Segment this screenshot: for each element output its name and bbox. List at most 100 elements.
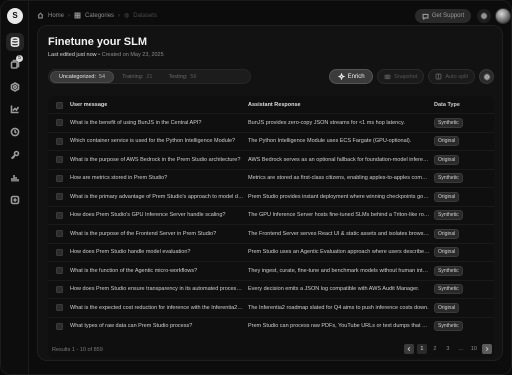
- table-row[interactable]: What types of raw data can Prem Studio p…: [48, 316, 494, 335]
- user-message-cell[interactable]: What types of raw data can Prem Studio p…: [70, 323, 248, 329]
- next-page-button[interactable]: [482, 344, 492, 354]
- table-row[interactable]: How does Prem Studio handle model evalua…: [48, 242, 494, 261]
- user-message-cell[interactable]: How does Prem Studio's GPU Inference Ser…: [70, 212, 248, 218]
- page-button[interactable]: 10: [469, 344, 479, 354]
- assistant-response-cell[interactable]: The GPU Inference Server hosts fine-tune…: [248, 212, 434, 218]
- data-type-badge: Original: [434, 302, 460, 313]
- user-message-cell[interactable]: Which container service is used for the …: [70, 138, 248, 144]
- user-message-cell[interactable]: What is the function of the Agentic micr…: [70, 268, 248, 274]
- home-icon: [37, 12, 44, 19]
- row-checkbox[interactable]: [55, 248, 63, 256]
- select-all-checkbox[interactable]: [55, 101, 63, 109]
- row-checkbox[interactable]: [55, 137, 63, 145]
- sidebar-item-projects[interactable]: 5: [6, 55, 24, 73]
- page-button[interactable]: 2: [430, 344, 440, 354]
- user-message-cell[interactable]: How are metrics stored in Prem Studio?: [70, 175, 248, 181]
- row-checkbox[interactable]: [55, 174, 63, 182]
- user-message-cell[interactable]: What is the purpose of the Frontend Serv…: [70, 231, 248, 237]
- table-row[interactable]: What is the function of the Agentic micr…: [48, 261, 494, 279]
- dataset-settings-button[interactable]: [479, 69, 494, 84]
- dataset-panel: Finetune your SLM Last edited just now •…: [37, 25, 503, 361]
- table-row[interactable]: What is the benefit of using BunJS in th…: [48, 113, 494, 131]
- assistant-response-cell[interactable]: The Frontend Server serves React UI & st…: [248, 231, 434, 237]
- user-message-cell[interactable]: What is the benefit of using BunJS in th…: [70, 120, 248, 126]
- table-row[interactable]: How does Prem Studio's GPU Inference Ser…: [48, 205, 494, 224]
- sidebar-item-datasets[interactable]: [6, 33, 24, 51]
- tab-uncategorized[interactable]: Uncategorized: 54: [50, 70, 115, 83]
- assistant-response-cell[interactable]: Metrics are stored as first-class citize…: [248, 175, 434, 181]
- breadcrumb-categories[interactable]: Categories: [85, 13, 114, 19]
- header-user-message[interactable]: User message: [70, 102, 248, 108]
- table-row[interactable]: How does Prem Studio ensure transparency…: [48, 279, 494, 298]
- sidebar-item-add[interactable]: [6, 191, 24, 209]
- header-assistant-response[interactable]: Assistant Response: [248, 102, 434, 108]
- user-message-cell[interactable]: What is the expected cost reduction for …: [70, 305, 248, 311]
- page-button[interactable]: 3: [443, 344, 453, 354]
- tab-count: 56: [190, 73, 197, 80]
- user-message-cell[interactable]: What is the purpose of AWS Bedrock in th…: [70, 157, 248, 163]
- user-message-cell[interactable]: How does Prem Studio handle model evalua…: [70, 249, 248, 255]
- row-checkbox[interactable]: [55, 211, 63, 219]
- row-checkbox[interactable]: [55, 156, 63, 163]
- sidebar-item-analytics[interactable]: [6, 100, 24, 118]
- header-data-type[interactable]: Data Type: [434, 102, 494, 108]
- assistant-response-cell[interactable]: The Inferentia2 roadmap slated for Q4 ai…: [248, 305, 434, 311]
- row-checkbox[interactable]: [55, 119, 63, 126]
- assistant-response-cell[interactable]: Prem Studio can process raw PDFs, YouTub…: [248, 323, 434, 329]
- chevron-right-icon: [485, 346, 489, 352]
- split-icon: [435, 73, 442, 80]
- sidebar-item-evaluations[interactable]: [6, 123, 24, 141]
- assistant-response-cell[interactable]: AWS Bedrock serves as an optional fallba…: [248, 157, 434, 163]
- row-select-cell: [48, 322, 70, 330]
- gear-icon: [483, 73, 490, 80]
- row-checkbox[interactable]: [55, 304, 63, 311]
- assistant-response-cell[interactable]: Prem Studio provides instant deployment …: [248, 194, 434, 200]
- tab-testing[interactable]: Testing: 56: [160, 71, 204, 83]
- user-message-cell[interactable]: What is the primary advantage of Prem St…: [70, 194, 248, 200]
- assistant-response-cell[interactable]: Every decision emits a JSON log compatib…: [248, 286, 434, 292]
- data-type-badge: Synthetic: [434, 117, 463, 128]
- breadcrumb-separator: ›: [118, 12, 121, 19]
- plus-square-icon: [10, 195, 20, 205]
- snapshot-label: Snapshot: [394, 73, 418, 80]
- user-avatar[interactable]: [495, 8, 511, 24]
- page-button[interactable]: 1: [416, 344, 427, 354]
- user-message-cell[interactable]: How does Prem Studio ensure transparency…: [70, 286, 248, 292]
- snapshot-button[interactable]: Snapshot: [377, 69, 425, 84]
- table-row[interactable]: What is the primary advantage of Prem St…: [48, 187, 494, 205]
- data-type-cell: Original: [434, 247, 494, 257]
- assistant-response-cell[interactable]: The Python Intelligence Module uses ECS …: [248, 138, 434, 144]
- sidebar-item-keys[interactable]: [6, 146, 24, 164]
- breadcrumb-current-icon: ◍: [124, 13, 130, 19]
- hexagon-icon: [10, 82, 20, 92]
- key-icon: [10, 150, 20, 160]
- row-select-cell: [48, 174, 70, 182]
- tab-training[interactable]: Training: 21: [114, 71, 160, 83]
- settings-button[interactable]: [477, 9, 491, 23]
- sidebar-item-models[interactable]: [6, 78, 24, 96]
- row-checkbox[interactable]: [55, 230, 63, 237]
- assistant-response-cell[interactable]: BunJS provides zero-copy JSON streams fo…: [248, 120, 434, 126]
- enrich-button[interactable]: Enrich: [329, 69, 374, 84]
- table-row[interactable]: What is the expected cost reduction for …: [48, 298, 494, 316]
- row-checkbox[interactable]: [55, 285, 63, 293]
- table-row[interactable]: What is the purpose of the Frontend Serv…: [48, 224, 494, 242]
- prev-page-button[interactable]: [403, 344, 414, 354]
- assistant-response-cell[interactable]: Prem Studio uses an Agentic Evaluation a…: [248, 249, 434, 255]
- row-checkbox[interactable]: [55, 267, 63, 274]
- get-support-button[interactable]: Get Support: [415, 9, 471, 23]
- assistant-response-cell[interactable]: They ingest, curate, fine-tune and bench…: [248, 268, 434, 274]
- data-type-badge: Synthetic: [434, 284, 463, 294]
- table-row[interactable]: How are metrics stored in Prem Studio? Me…: [48, 168, 494, 187]
- app-logo[interactable]: S: [7, 8, 23, 24]
- table-row[interactable]: What is the purpose of AWS Bedrock in th…: [48, 150, 494, 168]
- row-checkbox[interactable]: [55, 322, 63, 330]
- table-row[interactable]: Which container service is used for the …: [48, 131, 494, 150]
- grid-icon: [74, 12, 81, 19]
- auto-split-button[interactable]: Auto split: [428, 69, 475, 84]
- row-checkbox[interactable]: [55, 193, 63, 200]
- sidebar-item-reports[interactable]: [6, 169, 24, 187]
- camera-icon: [384, 74, 391, 80]
- breadcrumb-home[interactable]: Home: [48, 13, 64, 19]
- row-select-cell: [48, 156, 70, 163]
